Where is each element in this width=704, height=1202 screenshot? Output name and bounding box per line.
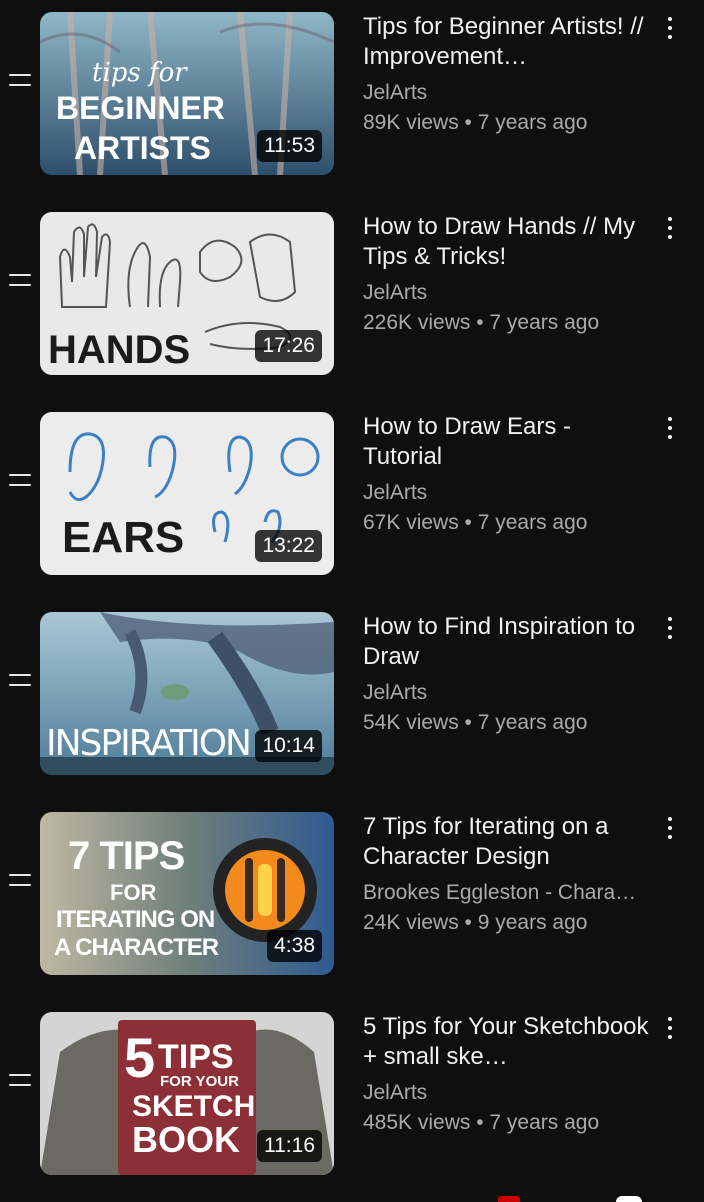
more-vert-icon[interactable]	[658, 814, 682, 844]
thumb-caption: FOR YOUR	[160, 1073, 239, 1090]
partial-icon	[616, 1196, 642, 1202]
thumb-caption: BEGINNER	[56, 90, 225, 126]
playlist-item[interactable]: HANDS 17:26 How to Draw Hands // My Tips…	[0, 200, 704, 400]
more-vert-icon[interactable]	[658, 1014, 682, 1044]
drag-handle-icon[interactable]	[9, 274, 31, 288]
video-meta[interactable]: How to Draw Ears - Tutorial JelArts 67K …	[363, 412, 653, 538]
video-duration: 10:14	[255, 730, 322, 762]
thumb-caption: EARS	[62, 513, 185, 562]
thumb-caption: 5	[124, 1026, 156, 1089]
thumb-caption: INSPIRATION	[46, 723, 252, 764]
video-duration: 17:26	[255, 330, 322, 362]
thumb-caption: A CHARACTER	[54, 934, 219, 961]
video-thumbnail[interactable]: HANDS 17:26	[40, 212, 334, 375]
playlist-item[interactable]: tips for BEGINNER ARTISTS 11:53 Tips for…	[0, 0, 704, 200]
thumb-caption: 7 TIPS	[68, 834, 185, 878]
video-duration: 13:22	[255, 530, 322, 562]
more-vert-icon[interactable]	[658, 14, 682, 44]
drag-handle-icon[interactable]	[9, 74, 31, 88]
playlist-item[interactable]: 5 TIPS FOR YOUR SKETCH BOOK 11:16 5 Tips…	[0, 1000, 704, 1200]
channel-name: Brookes Eggleston - Chara…	[363, 881, 637, 904]
video-stats: 24K views • 9 years ago	[363, 911, 588, 934]
playlist-item[interactable]: EARS 13:22 How to Draw Ears - Tutorial J…	[0, 400, 704, 600]
video-stats: 226K views • 7 years ago	[363, 311, 600, 334]
thumb-caption: ITERATING ON	[56, 906, 215, 933]
playlist-video-list: tips for BEGINNER ARTISTS 11:53 Tips for…	[0, 0, 704, 1202]
video-meta[interactable]: How to Draw Hands // My Tips & Tricks! J…	[363, 212, 653, 338]
video-title[interactable]: How to Draw Ears - Tutorial	[363, 412, 653, 472]
thumb-caption: BOOK	[132, 1119, 240, 1160]
bottom-peek	[0, 1186, 704, 1202]
thumb-caption: tips for	[92, 58, 187, 88]
channel-name: JelArts	[363, 681, 428, 704]
video-title[interactable]: 7 Tips for Iterating on a Character Desi…	[363, 812, 653, 872]
video-thumbnail[interactable]: INSPIRATION 10:14	[40, 612, 334, 775]
more-vert-icon[interactable]	[658, 414, 682, 444]
more-vert-icon[interactable]	[658, 214, 682, 244]
video-stats: 54K views • 7 years ago	[363, 711, 588, 734]
video-title[interactable]: Tips for Beginner Artists! // Improvemen…	[363, 12, 653, 72]
channel-name: JelArts	[363, 1081, 428, 1104]
video-meta[interactable]: How to Find Inspiration to Draw JelArts …	[363, 612, 653, 738]
drag-handle-icon[interactable]	[9, 874, 31, 888]
playlist-item[interactable]: INSPIRATION 10:14 How to Find Inspiratio…	[0, 600, 704, 800]
video-thumbnail[interactable]: EARS 13:22	[40, 412, 334, 575]
video-title[interactable]: How to Draw Hands // My Tips & Tricks!	[363, 212, 653, 272]
thumb-caption: TIPS	[158, 1038, 234, 1076]
playlist-item[interactable]: 7 TIPS FOR ITERATING ON A CHARACTER 4:38…	[0, 800, 704, 1000]
video-meta[interactable]: 5 Tips for Your Sketchbook + small ske… …	[363, 1012, 653, 1138]
video-stats: 67K views • 7 years ago	[363, 511, 588, 534]
video-meta[interactable]: Tips for Beginner Artists! // Improvemen…	[363, 12, 653, 138]
video-duration: 11:53	[257, 130, 322, 162]
video-title[interactable]: 5 Tips for Your Sketchbook + small ske…	[363, 1012, 653, 1072]
thumb-caption: HANDS	[48, 328, 191, 372]
video-duration: 11:16	[257, 1130, 322, 1162]
channel-name: JelArts	[363, 281, 428, 304]
drag-handle-icon[interactable]	[9, 674, 31, 688]
thumb-caption: FOR	[110, 880, 157, 905]
video-duration: 4:38	[267, 930, 322, 962]
more-vert-icon[interactable]	[658, 614, 682, 644]
video-stats: 89K views • 7 years ago	[363, 111, 588, 134]
thumb-caption: SKETCH	[132, 1090, 256, 1123]
video-thumbnail[interactable]: tips for BEGINNER ARTISTS 11:53	[40, 12, 334, 175]
thumb-caption: ARTISTS	[74, 130, 211, 166]
partial-icon	[498, 1196, 520, 1202]
drag-handle-icon[interactable]	[9, 1074, 31, 1088]
video-thumbnail[interactable]: 7 TIPS FOR ITERATING ON A CHARACTER 4:38	[40, 812, 334, 975]
drag-handle-icon[interactable]	[9, 474, 31, 488]
channel-name: JelArts	[363, 81, 428, 104]
video-thumbnail[interactable]: 5 TIPS FOR YOUR SKETCH BOOK 11:16	[40, 1012, 334, 1175]
video-meta[interactable]: 7 Tips for Iterating on a Character Desi…	[363, 812, 653, 938]
channel-name: JelArts	[363, 481, 428, 504]
video-stats: 485K views • 7 years ago	[363, 1111, 600, 1134]
video-title[interactable]: How to Find Inspiration to Draw	[363, 612, 653, 672]
